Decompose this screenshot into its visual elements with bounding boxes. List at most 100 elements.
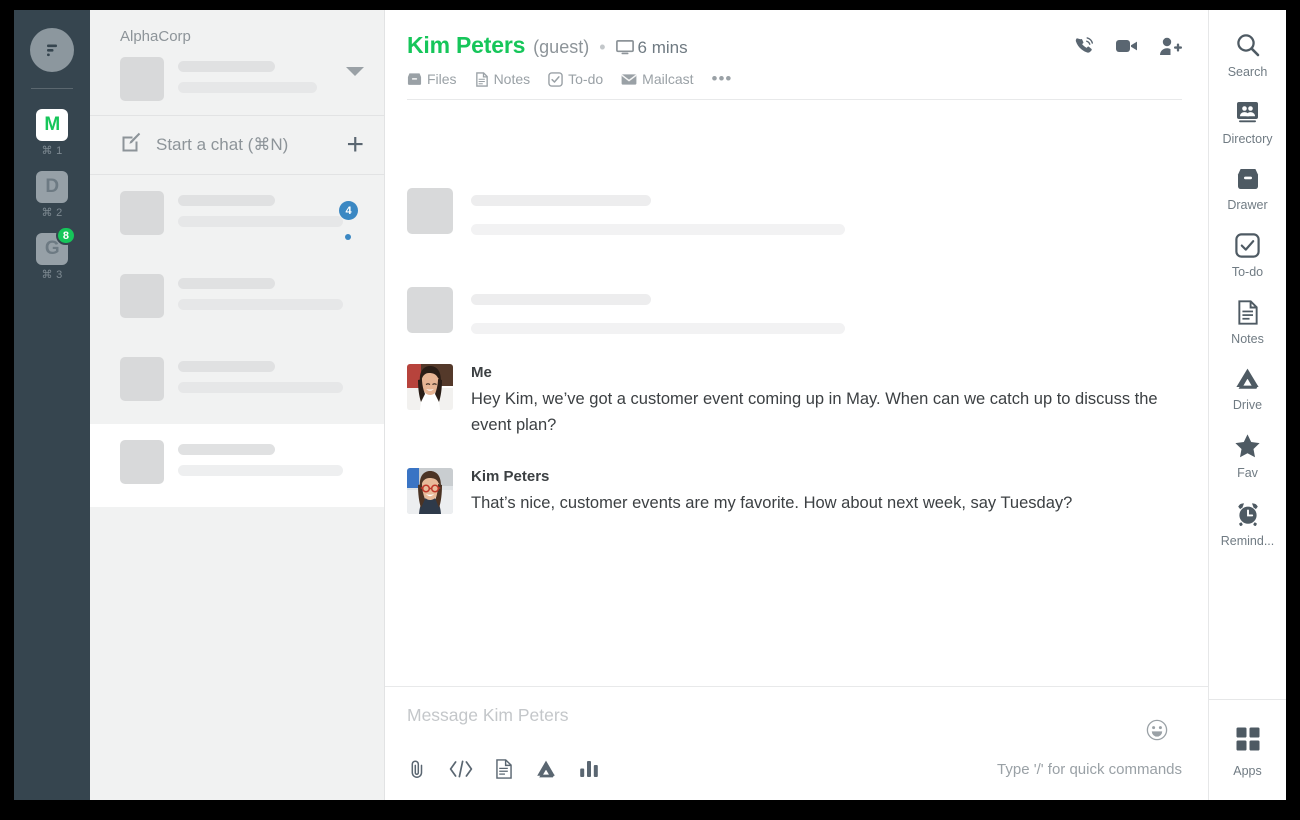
rail-item-drive[interactable]: Drive (1209, 367, 1286, 412)
tab-files[interactable]: Files (407, 71, 457, 87)
add-chat-button[interactable]: + (346, 130, 364, 160)
tab-label: Mailcast (642, 71, 694, 87)
rail-divider (31, 88, 73, 89)
chevron-down-icon[interactable] (346, 67, 364, 76)
message-text: Hey Kim, we’ve got a customer event comi… (471, 390, 1158, 434)
skeleton-avatar (120, 357, 164, 401)
skeleton-lines (178, 440, 364, 476)
guest-label: (guest) (533, 37, 590, 57)
alarm-clock-icon (1235, 501, 1261, 527)
tab-label: Notes (493, 71, 531, 87)
search-icon (1235, 32, 1261, 58)
skeleton-lines (178, 57, 364, 93)
rail-item-label: Drive (1232, 398, 1263, 412)
chat-list-panel: AlphaCorp Start a chat (⌘N) + 4 (90, 10, 385, 800)
message-author: Kim Peters (471, 468, 550, 486)
notes-icon (475, 71, 489, 87)
drive-icon (1234, 367, 1261, 391)
tab-notes[interactable]: Notes (475, 71, 531, 87)
monitor-icon (615, 40, 634, 60)
tabs-more-button[interactable]: ••• (712, 70, 733, 87)
rail-item-reminders[interactable]: Remind... (1209, 501, 1286, 548)
skeleton-avatar (120, 191, 164, 235)
tab-label: To-do (568, 71, 604, 87)
skeleton-avatar (407, 287, 453, 333)
org-tile-letter[interactable]: D (36, 171, 68, 203)
skeleton-lines (178, 191, 364, 227)
workspace-selector[interactable]: AlphaCorp (90, 10, 384, 116)
app-window: M ⌘ 1 D ⌘ 2 G 8 ⌘ 3 AlphaCorp Start a ch… (14, 10, 1286, 800)
video-icon[interactable] (1115, 36, 1139, 56)
conversation-title-row: Kim Peters (guest) • 6 mins (407, 32, 1182, 60)
skeleton-avatar (120, 274, 164, 318)
org-item-2[interactable]: G 8 ⌘ 3 (36, 226, 76, 281)
conversation-panel: Kim Peters (guest) • 6 mins Files Notes … (385, 10, 1208, 800)
rail-item-label: Fav (1237, 466, 1258, 480)
conversation-name[interactable]: Kim Peters (407, 32, 525, 59)
org-item-1[interactable]: D ⌘ 2 (36, 171, 68, 219)
document-icon[interactable] (495, 759, 513, 779)
rail-item-label: To-do (1231, 265, 1264, 279)
tab-mailcast[interactable]: Mailcast (621, 71, 694, 87)
start-chat-row[interactable]: Start a chat (⌘N) + (90, 116, 384, 175)
header-actions (1073, 35, 1182, 57)
org-shortcut: ⌘ 2 (41, 207, 63, 219)
rail-item-label: Drawer (1227, 198, 1268, 212)
conversation-header: Kim Peters (guest) • 6 mins Files Notes … (385, 10, 1208, 100)
drawer-icon (1235, 167, 1261, 191)
separator-dot: • (599, 37, 606, 57)
org-tile-letter[interactable]: M (36, 109, 68, 141)
chat-bubble-logo[interactable] (30, 28, 74, 72)
rail-item-directory[interactable]: Directory (1209, 100, 1286, 146)
chat-list-item[interactable] (90, 341, 384, 424)
chat-list-item[interactable]: 4 (90, 175, 384, 258)
unread-badge: 8 (55, 226, 76, 245)
unread-badge: 4 (339, 201, 358, 220)
rail-item-todo[interactable]: To-do (1209, 233, 1286, 279)
presence-time: 6 mins (637, 38, 688, 57)
quick-commands-hint: Type '/' for quick commands (997, 760, 1182, 778)
rail-item-label: Directory (1222, 132, 1273, 146)
tab-label: Files (427, 71, 457, 87)
chat-list-item[interactable] (90, 258, 384, 341)
directory-icon (1235, 100, 1260, 125)
skeleton-avatar (407, 188, 453, 234)
drive-icon[interactable] (535, 759, 557, 779)
skeleton-lines (178, 357, 364, 393)
org-item-0[interactable]: M ⌘ 1 (36, 109, 68, 157)
message-text: That’s nice, customer events are my favo… (471, 494, 1073, 513)
emoji-icon[interactable] (1146, 719, 1168, 746)
org-shortcut: ⌘ 1 (41, 145, 63, 157)
composer-toolbar: Type '/' for quick commands (407, 758, 1182, 780)
rail-item-label: Search (1227, 65, 1268, 79)
message-list: Me Hey Kim, we’ve got a customer event c… (385, 100, 1208, 686)
compose-icon (120, 132, 142, 159)
rail-item-drawer[interactable]: Drawer (1209, 167, 1286, 212)
message-author: Me (471, 364, 492, 381)
code-icon[interactable] (449, 760, 473, 778)
chat-list-empty-space (90, 507, 384, 800)
conversation-tabs: Files Notes To-do Mailcast ••• (407, 60, 1182, 100)
poll-icon[interactable] (579, 759, 599, 779)
message: Me Hey Kim, we’ve got a customer event c… (407, 364, 1182, 438)
start-chat-label: Start a chat (⌘N) (156, 135, 289, 154)
skeleton-avatar (120, 57, 164, 101)
chat-list-item-active[interactable] (90, 424, 384, 507)
attachment-icon[interactable] (407, 758, 427, 780)
avatar-kim[interactable] (407, 468, 453, 515)
rail-item-search[interactable]: Search (1209, 32, 1286, 79)
todo-icon (548, 71, 563, 87)
message-input[interactable]: Message Kim Peters (407, 705, 1182, 726)
rail-item-fav[interactable]: Fav (1209, 433, 1286, 480)
add-person-icon[interactable] (1159, 36, 1182, 57)
skeleton-lines (178, 274, 364, 310)
star-icon (1234, 433, 1261, 459)
skeleton-avatar (120, 440, 164, 484)
rail-item-notes[interactable]: Notes (1209, 300, 1286, 346)
rail-item-apps[interactable]: Apps (1209, 699, 1286, 800)
skeleton-message (407, 188, 1182, 235)
rail-item-label: Remind... (1220, 534, 1275, 548)
call-icon[interactable] (1073, 35, 1095, 57)
tab-todo[interactable]: To-do (548, 71, 603, 87)
avatar-me[interactable] (407, 364, 453, 410)
